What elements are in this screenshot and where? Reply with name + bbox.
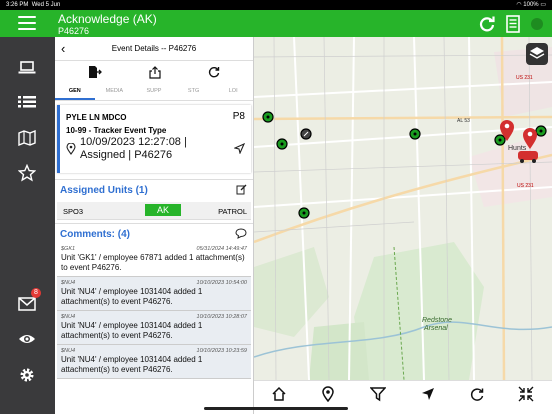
assigned-unit-row[interactable]: SPO3 AK PATROL — [57, 202, 251, 220]
map-icon[interactable] — [17, 128, 37, 148]
tab-supp[interactable]: SUPP — [134, 83, 174, 100]
layers-icon — [529, 47, 545, 59]
comment-item: $NU4 10/10/2023 10:23:59 Unit 'NU4' / em… — [57, 345, 251, 379]
event-details-panel: ‹ Event Details -- P46276 GEN MEDIA SUPP… — [55, 37, 254, 414]
refresh-icon[interactable] — [478, 15, 496, 33]
event-datetime-status: 10/09/2023 12:27:08 | Assigned | P46276 — [80, 136, 187, 161]
arsenal-area — [354, 242, 484, 380]
collapse-arrows-icon[interactable] — [518, 386, 534, 402]
assigned-units-header: Assigned Units (1) — [55, 179, 253, 199]
menu-icon[interactable] — [18, 16, 36, 30]
unit-marker[interactable] — [494, 134, 506, 146]
tab-loi[interactable]: LOI — [213, 83, 253, 100]
comment-timestamp: 10/10/2023 10:54:00 — [196, 280, 247, 286]
comment-timestamp: 05/31/2024 14:49:47 — [196, 246, 247, 252]
export-document-icon[interactable] — [88, 65, 103, 79]
event-type: 10-99 - Tracker Event Type — [66, 126, 167, 135]
detail-tabs: GEN MEDIA SUPP STG LOI — [55, 83, 253, 101]
comments-title: Comments: (4) — [60, 229, 131, 240]
header-title: Acknowledge (AK) — [58, 12, 157, 26]
comment-item: $GK1 05/31/2024 14:49:47 Unit 'GK1' / em… — [57, 243, 251, 277]
unit-marker[interactable] — [300, 128, 312, 140]
unit-marker[interactable] — [535, 125, 547, 137]
map-view[interactable]: US 231 AL 53 US 231 Hunts Redstone Arsen… — [254, 37, 552, 380]
navigate-arrow-icon[interactable] — [234, 143, 245, 154]
status-time: 3:26 PM — [6, 2, 29, 8]
unit-role: PATROL — [218, 207, 247, 216]
comments-header: Comments: (4) — [55, 223, 253, 243]
unit-marker[interactable] — [298, 207, 310, 219]
panel-header: ‹ Event Details -- P46276 — [55, 37, 253, 61]
home-icon[interactable] — [271, 386, 287, 402]
layers-button[interactable] — [526, 43, 548, 65]
comment-text: Unit 'NU4' / employee 1031404 added 1 at… — [61, 355, 203, 374]
location-pin-icon — [66, 143, 76, 155]
map-shield-al53: AL 53 — [457, 118, 470, 124]
status-time-date: 3:26 PM Wed 5 Jun — [6, 0, 60, 10]
share-icon[interactable] — [149, 65, 161, 79]
top-bar: Acknowledge (AK) P46276 — [0, 10, 552, 37]
panel-toolbar — [55, 61, 253, 83]
reload-icon[interactable] — [208, 66, 220, 78]
tab-stg[interactable]: STG — [174, 83, 214, 100]
unit-marker[interactable] — [409, 128, 421, 140]
event-location: PYLE LN MDCO — [66, 113, 127, 122]
navigation-arrow-icon[interactable] — [420, 386, 436, 402]
event-priority: P8 — [232, 111, 245, 122]
comment-text: Unit 'NU4' / employee 1031404 added 1 at… — [61, 321, 203, 340]
unit-name: SPO3 — [63, 207, 84, 216]
map-shield-us231: US 231 — [516, 75, 533, 81]
map-arsenal-label: Arsenal — [423, 325, 448, 332]
home-indicator — [204, 407, 348, 410]
header-subtitle: P46276 — [58, 26, 90, 36]
location-pin-icon[interactable] — [320, 386, 336, 402]
comment-timestamp: 10/10/2023 10:28:07 — [196, 314, 247, 320]
connection-status-icon — [531, 18, 543, 30]
mail-icon[interactable]: 8 — [17, 288, 41, 314]
tab-gen[interactable]: GEN — [55, 83, 95, 100]
status-date: Wed 5 Jun — [31, 2, 61, 8]
event-summary-card: PYLE LN MDCO P8 10-99 - Tracker Event Ty… — [57, 105, 251, 173]
status-battery: ◠ 100% ▭ — [516, 2, 546, 8]
edit-icon[interactable] — [236, 184, 247, 195]
mail-badge: 8 — [31, 288, 41, 298]
comment-text: Unit 'NU4' / employee 1031404 added 1 at… — [61, 287, 203, 306]
refresh-map-icon[interactable] — [469, 386, 485, 402]
eye-icon[interactable] — [17, 329, 37, 349]
panel-title: Event Details -- P46276 — [111, 44, 197, 53]
document-icon[interactable] — [506, 15, 520, 33]
unit-status-badge: AK — [145, 204, 181, 216]
comment-item: $NU4 10/10/2023 10:28:07 Unit 'NU4' / em… — [57, 311, 251, 345]
map-city-label: Hunts — [508, 145, 527, 152]
unit-marker[interactable] — [276, 138, 288, 150]
comment-timestamp: 10/10/2023 10:23:59 — [196, 348, 247, 354]
sidebar: 8 — [0, 37, 55, 414]
tab-media[interactable]: MEDIA — [95, 83, 135, 100]
unit-marker[interactable] — [262, 111, 274, 123]
status-bar: 3:26 PM Wed 5 Jun ◠ 100% ▭ — [0, 0, 552, 10]
filter-icon[interactable] — [370, 386, 386, 402]
comment-item: $NU4 10/10/2023 10:54:00 Unit 'NU4' / em… — [57, 277, 251, 311]
comment-text: Unit 'GK1' / employee 67871 added 1 atta… — [61, 253, 245, 272]
comment-bubble-icon[interactable] — [235, 228, 247, 239]
assigned-units-title: Assigned Units (1) — [60, 185, 148, 196]
laptop-icon[interactable] — [17, 58, 37, 78]
map-redstone-label: Redstone — [422, 317, 452, 324]
settings-gear-icon[interactable] — [17, 365, 37, 385]
star-icon[interactable] — [17, 163, 37, 183]
map-shield-us231-b: US 231 — [517, 183, 534, 189]
list-icon[interactable] — [17, 92, 37, 112]
battery-percent: 100% — [523, 2, 539, 8]
